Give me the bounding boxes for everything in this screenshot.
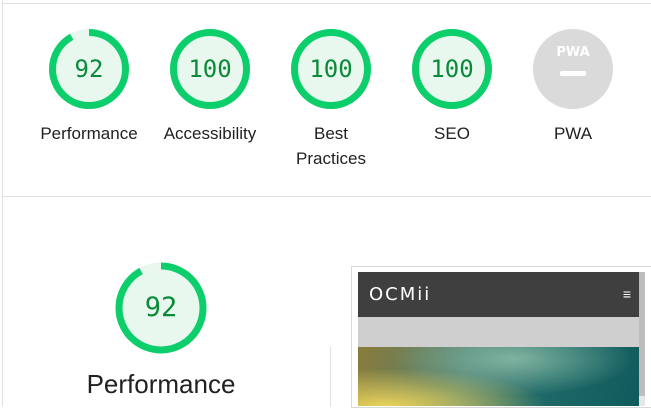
gauge-score: 100: [188, 55, 232, 83]
section-divider: [2, 196, 651, 197]
thumbnail-scrollbar-thumb: [639, 272, 645, 396]
site-logo: OCMii: [369, 284, 432, 305]
gauge-label: SEO: [434, 124, 470, 143]
gauge-label: PWA: [553, 124, 593, 143]
gauge-score: 100: [430, 55, 474, 83]
performance-score: 92: [144, 292, 178, 323]
gauge-label: Best Practices: [296, 124, 366, 168]
gauge-score: 92: [74, 55, 104, 83]
thumbnail-site-header: OCMii ≡: [358, 272, 639, 317]
top-divider: [2, 3, 651, 4]
pwa-badge-icon: PWA: [533, 29, 613, 109]
column-divider: [330, 347, 331, 407]
performance-title: Performance: [86, 369, 236, 399]
thumbnail-hero-image: [358, 347, 639, 406]
gauge-score: 100: [309, 55, 353, 83]
thumbnail-nav-band: [358, 317, 639, 347]
hamburger-menu-icon: ≡: [622, 286, 631, 302]
gauge-label: Accessibility: [163, 124, 257, 143]
gauge-label: Performance: [40, 124, 138, 143]
pwa-badge-text: PWA: [556, 45, 589, 60]
